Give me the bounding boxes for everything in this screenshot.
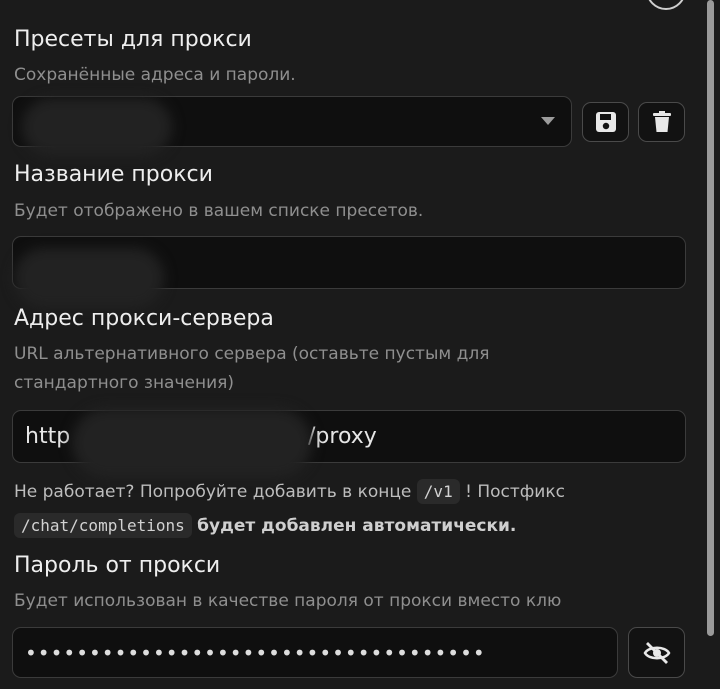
proxy-address-title: Адрес прокси-сервера: [14, 306, 274, 331]
note-code-v1: /v1: [416, 479, 460, 504]
redaction: [72, 408, 312, 478]
redaction: [14, 248, 164, 308]
delete-preset-button[interactable]: [638, 102, 685, 142]
proxy-password-input[interactable]: ••••••••••••••••••••••••••••••••••••: [12, 627, 618, 678]
floppy-disk-icon: [595, 112, 616, 132]
scrollbar[interactable]: [707, 0, 714, 636]
proxy-password-title: Пароль от прокси: [14, 553, 221, 578]
proxy-password-value: ••••••••••••••••••••••••••••••••••••: [25, 640, 486, 665]
proxy-address-hint-line2: стандартного значения): [14, 373, 234, 393]
proxy-address-prefix: http: [25, 424, 71, 449]
note-code-chat-completions: /chat/completions: [14, 513, 192, 538]
toggle-password-visibility-button[interactable]: [628, 627, 685, 678]
eye-slash-icon: [643, 641, 670, 664]
save-preset-button[interactable]: [582, 102, 629, 142]
presets-hint: Сохранённые адреса и пароли.: [14, 65, 296, 85]
close-icon[interactable]: [646, 0, 686, 10]
proxy-name-title: Название прокси: [14, 162, 213, 187]
note-bold-text: будет добавлен автоматически.: [197, 516, 517, 536]
proxy-address-note-line1: Не работает? Попробуйте добавить в конце…: [14, 479, 565, 504]
proxy-password-hint: Будет использован в качестве пароля от п…: [14, 591, 562, 611]
note-text-1: Не работает? Попробуйте добавить в конце: [14, 482, 412, 502]
proxy-address-note-line2: /chat/completions будет добавлен автомат…: [14, 513, 517, 538]
chevron-down-icon: [541, 117, 555, 125]
section-title-cut: [14, 0, 74, 6]
presets-title: Пресеты для прокси: [14, 27, 252, 52]
proxy-address-suffix: /proxy: [308, 424, 377, 449]
proxy-address-hint-line1: URL альтернативного сервера (оставьте пу…: [14, 344, 490, 364]
note-text-2: ! Постфикс: [465, 482, 565, 502]
redaction: [22, 98, 172, 156]
proxy-name-hint: Будет отображено в вашем списке пресетов…: [14, 201, 424, 221]
trash-icon: [652, 111, 671, 132]
